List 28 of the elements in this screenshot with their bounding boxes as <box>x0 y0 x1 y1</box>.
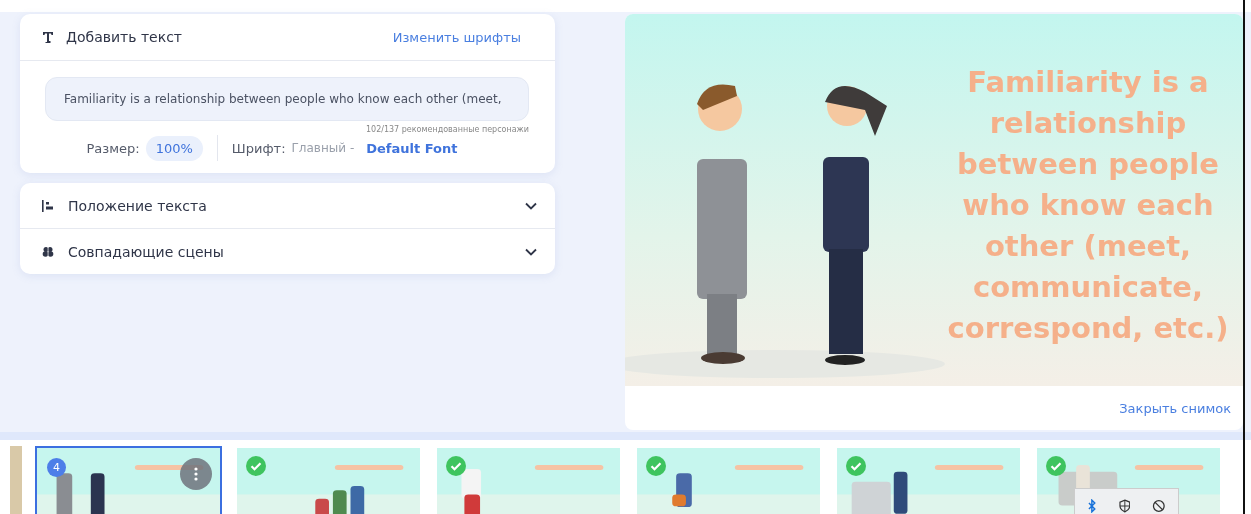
checkmark-icon <box>846 456 866 476</box>
font-label: Шрифт: <box>231 140 286 156</box>
checkmark-icon <box>1046 456 1066 476</box>
scene-thumbnail[interactable]: 4 <box>35 446 222 514</box>
text-icon <box>42 31 54 43</box>
close-snapshot-link[interactable]: Закрыть снимок <box>1119 400 1231 416</box>
bluetooth-icon[interactable] <box>1087 499 1097 513</box>
checkmark-icon <box>646 456 666 476</box>
section-title[interactable]: Положение текста <box>68 197 511 214</box>
size-button[interactable]: 100% <box>145 135 203 161</box>
card-title: Добавить текст <box>66 29 183 45</box>
more-icon <box>194 467 198 481</box>
section-title[interactable]: Совпадающие сцены <box>68 243 511 260</box>
blocked-icon[interactable] <box>1152 499 1166 513</box>
character-counter: 102/137 рекомендованные персонажи <box>364 125 529 134</box>
font-link[interactable]: Default Font <box>366 140 458 156</box>
change-fonts-link[interactable]: Изменить шрифты <box>392 29 521 45</box>
chevron-down-icon[interactable] <box>525 247 537 256</box>
chevron-down-icon[interactable] <box>525 201 537 210</box>
size-label: Размер: <box>86 140 140 156</box>
shield-icon[interactable] <box>1118 499 1131 513</box>
checkmark-icon <box>246 456 266 476</box>
align-left-icon <box>42 199 54 212</box>
text-input[interactable]: Familiarity is a relationship between people who know each other (meet, <box>45 77 529 121</box>
preview-caption: Familiarity is a relationship between people who know each other (meet, communicate, correspond, etc.) <box>946 64 1230 347</box>
checkmark-icon <box>446 456 466 476</box>
brain-icon <box>42 245 54 258</box>
font-category: Главный - <box>291 141 355 155</box>
